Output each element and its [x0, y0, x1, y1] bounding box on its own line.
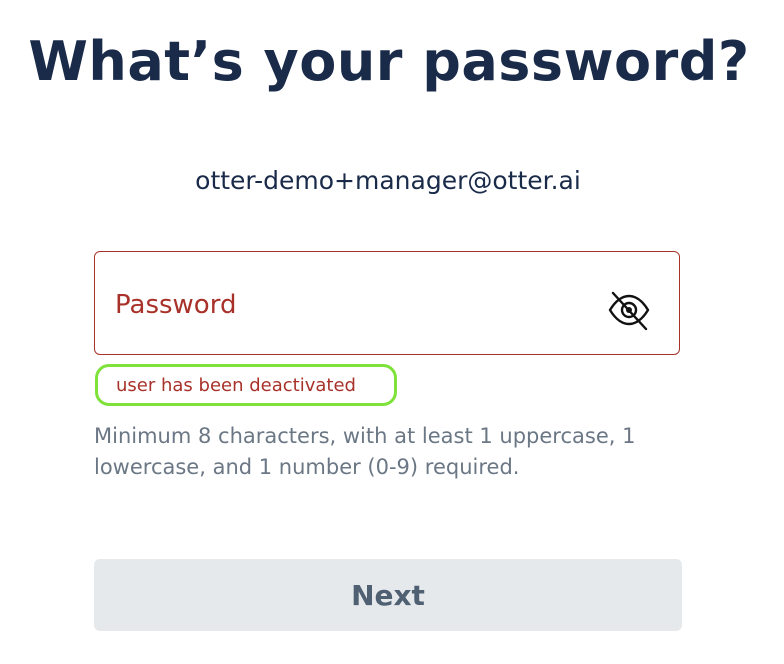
error-highlight: user has been deactivated — [95, 364, 397, 406]
password-requirements: Minimum 8 characters, with at least 1 up… — [94, 424, 636, 479]
error-message: user has been deactivated — [116, 375, 356, 396]
account-email: otter-demo+manager@otter.ai — [195, 166, 581, 195]
page-title: What’s your password? — [28, 30, 750, 93]
password-field[interactable] — [94, 251, 680, 355]
password-page: What’s your password? otter-demo+manager… — [0, 0, 784, 664]
next-button[interactable]: Next — [94, 559, 682, 631]
eye-off-icon[interactable] — [607, 288, 651, 332]
password-input[interactable] — [115, 285, 585, 325]
